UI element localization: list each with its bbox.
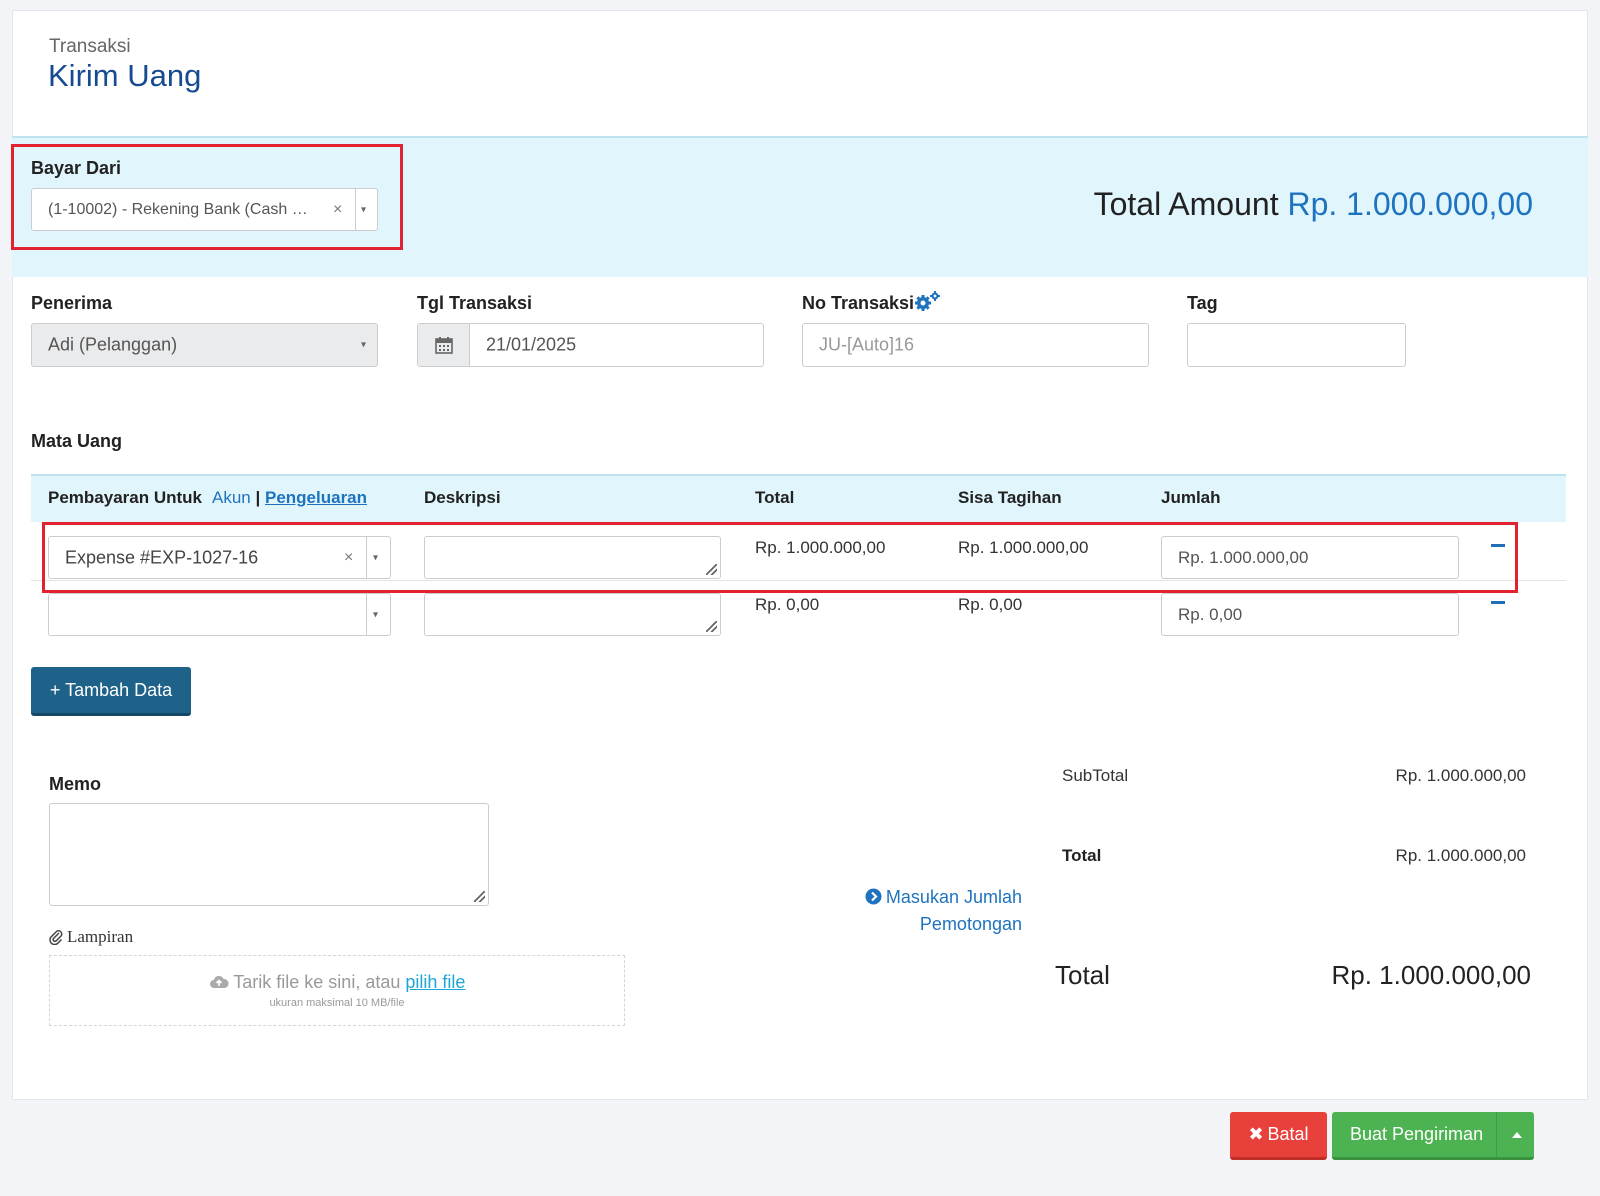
- no-transaksi-placeholder: JU-[Auto]16: [819, 334, 915, 355]
- chevron-down-icon[interactable]: ▾: [373, 609, 378, 620]
- mata-uang-label: Mata Uang: [31, 431, 123, 451]
- no-transaksi-input[interactable]: JU-[Auto]16: [802, 323, 1149, 367]
- calendar-icon[interactable]: [418, 324, 470, 366]
- row-jumlah-value: Rp. 1.000.000,00: [1178, 547, 1309, 567]
- col-sisa-tagihan: Sisa Tagihan: [958, 488, 1062, 507]
- no-transaksi-label: No Transaksi: [802, 293, 915, 313]
- remove-row-icon[interactable]: [1491, 601, 1505, 604]
- bayar-dari-label: Bayar Dari: [31, 158, 122, 178]
- row-description-textarea[interactable]: [424, 593, 721, 636]
- paperclip-icon: [49, 930, 63, 945]
- cloud-upload-icon: [209, 975, 229, 988]
- resize-handle-icon[interactable]: [474, 891, 485, 902]
- table-row-item-select[interactable]: ▾: [48, 593, 391, 636]
- row-total: Rp. 0,00: [755, 595, 820, 614]
- bayar-dari-value: (1-10002) - Rekening Bank (Cash &...: [48, 200, 310, 218]
- lampiran-label: Lampiran: [67, 927, 134, 946]
- add-row-button[interactable]: + Tambah Data: [31, 667, 191, 716]
- row-item-value: Expense #EXP-1027-16: [65, 547, 259, 567]
- bayar-dari-select[interactable]: (1-10002) - Rekening Bank (Cash &... × ▾: [31, 188, 378, 231]
- table-row-item-select[interactable]: Expense #EXP-1027-16 × ▾: [48, 536, 391, 579]
- cancel-button[interactable]: ✖ Batal: [1230, 1112, 1327, 1160]
- row-jumlah-value: Rp. 0,00: [1178, 604, 1243, 624]
- row-jumlah-input[interactable]: Rp. 1.000.000,00: [1161, 536, 1459, 579]
- chevron-down-icon[interactable]: ▾: [361, 340, 366, 351]
- account-links: Akun | Pengeluaran: [212, 488, 368, 507]
- close-icon: ✖: [1248, 1124, 1264, 1144]
- tag-label: Tag: [1187, 293, 1218, 313]
- link-akun[interactable]: Akun: [212, 488, 251, 507]
- col-total: Total: [755, 488, 795, 507]
- link-pengeluaran[interactable]: Pengeluaran: [265, 488, 367, 507]
- penerima-select[interactable]: Adi (Pelanggan) ▾: [31, 323, 378, 367]
- deduction-link[interactable]: Masukan Jumlah Pemotongan: [865, 884, 1022, 938]
- col-deskripsi: Deskripsi: [424, 488, 501, 507]
- total-label: Total: [1062, 846, 1102, 865]
- penerima-label: Penerima: [31, 293, 113, 313]
- resize-handle-icon[interactable]: [706, 621, 717, 632]
- gear-icon[interactable]: [914, 290, 942, 317]
- grand-total-value: Rp. 1.000.000,00: [1331, 960, 1532, 990]
- chevron-down-icon[interactable]: ▾: [373, 552, 378, 563]
- memo-textarea[interactable]: [49, 803, 489, 906]
- resize-handle-icon[interactable]: [706, 564, 717, 575]
- tgl-transaksi-label: Tgl Transaksi: [417, 293, 533, 313]
- col-pembayaran-untuk: Pembayaran Untuk: [48, 488, 202, 507]
- cancel-button-label: Batal: [1267, 1124, 1309, 1144]
- submit-button-label: Buat Pengiriman: [1350, 1124, 1484, 1144]
- breadcrumb: Transaksi: [49, 36, 131, 57]
- tgl-transaksi-value: 21/01/2025: [486, 334, 577, 355]
- total-amount: Total Amount Rp. 1.000.000,00: [1094, 186, 1533, 223]
- subtotal-label: SubTotal: [1062, 766, 1129, 785]
- row-total: Rp. 1.000.000,00: [755, 538, 886, 557]
- dropzone-text: Tarik file ke sini, atau: [233, 972, 401, 992]
- row-description-textarea[interactable]: [424, 536, 721, 579]
- lampiran-heading: Lampiran: [49, 927, 133, 947]
- clear-icon[interactable]: ×: [333, 201, 342, 219]
- caret-up-icon[interactable]: [1512, 1132, 1522, 1138]
- total-value: Rp. 1.000.000,00: [1395, 846, 1526, 865]
- chevron-circle-right-icon: [865, 888, 882, 905]
- subtotal-value: Rp. 1.000.000,00: [1395, 766, 1526, 785]
- row-sisa-tagihan: Rp. 1.000.000,00: [958, 538, 1089, 557]
- chevron-down-icon[interactable]: ▾: [361, 204, 366, 215]
- memo-label: Memo: [49, 774, 102, 794]
- penerima-value: Adi (Pelanggan): [48, 334, 178, 355]
- remove-row-icon[interactable]: [1491, 544, 1505, 547]
- total-amount-label: Total Amount: [1093, 186, 1279, 222]
- tgl-transaksi-field[interactable]: 21/01/2025: [417, 323, 764, 367]
- row-jumlah-input[interactable]: Rp. 0,00: [1161, 593, 1459, 636]
- choose-file-link[interactable]: pilih file: [405, 972, 465, 992]
- dropzone-hint: ukuran maksimal 10 MB/file: [269, 997, 405, 1009]
- tag-input[interactable]: [1187, 323, 1406, 367]
- col-jumlah: Jumlah: [1161, 488, 1221, 507]
- grand-total-label: Total: [1055, 960, 1110, 990]
- row-sisa-tagihan: Rp. 0,00: [958, 595, 1023, 614]
- file-dropzone[interactable]: Tarik file ke sini, atau pilih file ukur…: [49, 955, 625, 1026]
- submit-button[interactable]: Buat Pengiriman: [1332, 1112, 1534, 1160]
- total-amount-value: Rp. 1.000.000,00: [1287, 186, 1533, 222]
- clear-icon[interactable]: ×: [344, 549, 353, 567]
- page-title: Kirim Uang: [48, 58, 202, 93]
